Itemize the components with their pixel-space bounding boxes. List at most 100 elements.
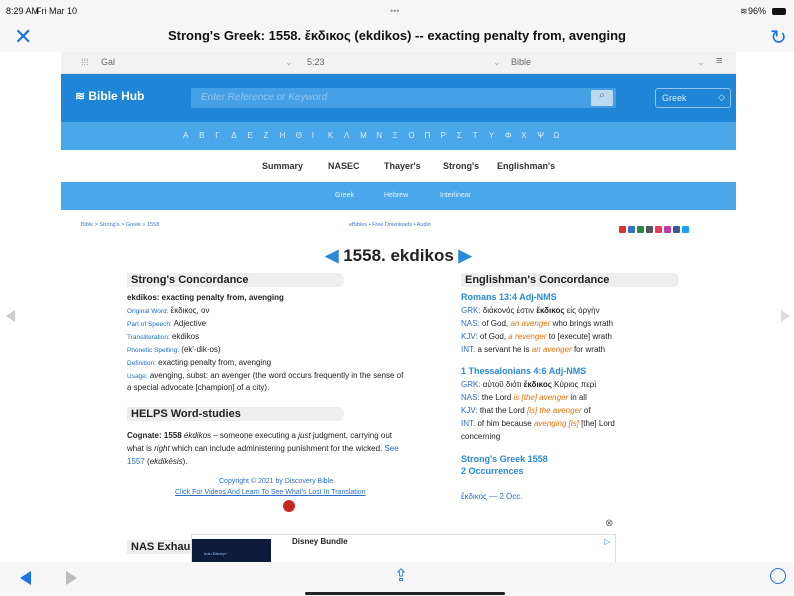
t: an avenger — [531, 345, 572, 354]
value: ἔκδικος, ον — [170, 306, 210, 315]
pocket-icon[interactable] — [655, 226, 662, 233]
verse-select[interactable]: 5:23 — [307, 57, 325, 67]
phonetic-spelling: Phonetic Spelling: (ek'-dik-os) — [127, 345, 221, 354]
subtab-interlinear[interactable]: Interlinear — [440, 192, 471, 199]
greek-letter[interactable]: Λ — [344, 131, 349, 140]
subtab-greek[interactable]: Greek — [335, 192, 354, 199]
greek-letter[interactable]: Ρ — [441, 131, 446, 140]
reload-icon[interactable]: ↻ — [770, 25, 787, 50]
t: judgment, carrying out — [310, 431, 393, 440]
forward-icon[interactable] — [66, 571, 77, 585]
t: GRK: — [461, 306, 483, 315]
r2-int: INT: of him because avenging [is] [the] … — [461, 419, 615, 428]
subtab-hebrew[interactable]: Hebrew — [384, 192, 408, 199]
greek-letter[interactable]: Ν — [376, 131, 382, 140]
greek-letter[interactable]: Τ — [473, 131, 478, 140]
r1-int: INT: a servant he is an avenger for wrat… — [461, 345, 605, 354]
back-icon[interactable] — [20, 571, 31, 585]
grid-icon[interactable]: ⁞⁞⁞ — [81, 57, 89, 67]
link[interactable]: 1557 — [127, 457, 145, 466]
tab-strongs[interactable]: Strong's — [443, 161, 479, 171]
twitter-icon[interactable] — [682, 226, 689, 233]
search-icon[interactable]: ⌕ — [591, 90, 613, 106]
greek-letter[interactable]: Ι — [312, 131, 314, 140]
value: Adjective — [173, 319, 207, 328]
prev-entry-icon[interactable]: ◀ — [325, 246, 343, 265]
discovery-logo-icon[interactable] — [283, 500, 295, 512]
original-word: Original Word: ἔκδικος, ον — [127, 306, 209, 315]
tab-englishmans[interactable]: Englishman's — [497, 161, 555, 171]
greek-letter[interactable]: Κ — [328, 131, 333, 140]
top-links[interactable]: eBibles • Free Downloads • Audio — [349, 222, 431, 228]
greek-letter[interactable]: Γ — [215, 131, 219, 140]
ref-romans[interactable]: Romans 13:4 Adj-NMS — [461, 292, 557, 302]
facebook-icon[interactable] — [673, 226, 680, 233]
home-indicator — [305, 592, 505, 595]
pdf-icon[interactable] — [619, 226, 626, 233]
t: just — [298, 431, 311, 440]
greek-letter[interactable]: Χ — [521, 131, 526, 140]
occ-word-link[interactable]: ἔκδικος — 2 Occ. — [461, 492, 522, 501]
greek-letter[interactable]: Θ — [296, 131, 302, 140]
greek-letter[interactable]: Ο — [408, 131, 414, 140]
chevron-down-icon: ⌄ — [697, 57, 705, 67]
greek-letter[interactable]: Δ — [231, 131, 236, 140]
breadcrumb[interactable]: Bible > Strong's > Greek > 1558 — [81, 222, 159, 228]
greek-letter[interactable]: Ω — [553, 131, 559, 140]
battery-text: 96% — [748, 6, 767, 16]
t: INT: — [461, 345, 478, 354]
ad-play-icon[interactable]: ▷ — [604, 537, 610, 546]
book-select[interactable]: Gal — [101, 57, 115, 67]
tab-summary[interactable]: Summary — [262, 161, 303, 171]
strongs-greek-link[interactable]: Strong's Greek 1558 — [461, 454, 548, 464]
greek-letter[interactable]: Β — [199, 131, 204, 140]
menu-icon[interactable]: ≡ — [716, 55, 722, 67]
ad-banner[interactable]: hulu Disney+ Disney Bundle ▷ — [191, 534, 616, 562]
greek-letter[interactable]: Υ — [489, 131, 494, 140]
prev-page-arrow-icon[interactable] — [6, 310, 15, 322]
excel-icon[interactable] — [637, 226, 644, 233]
link[interactable]: See — [384, 444, 398, 453]
t: ékdikos — [183, 431, 212, 440]
search-input[interactable]: Enter Reference or Keyword — [191, 88, 616, 108]
compass-icon[interactable] — [770, 568, 786, 584]
multitask-dots[interactable]: ••• — [390, 6, 399, 16]
greek-letter[interactable]: Ζ — [264, 131, 269, 140]
word-icon[interactable] — [628, 226, 635, 233]
t: αὐτοῦ διότι — [482, 380, 524, 389]
greek-letter[interactable]: Φ — [505, 131, 511, 140]
greek-letter[interactable]: Σ — [457, 131, 462, 140]
greek-letter[interactable]: Ψ — [537, 131, 544, 140]
greek-letter[interactable]: Ξ — [392, 131, 397, 140]
version-select[interactable]: Bible — [511, 57, 531, 67]
next-entry-icon[interactable]: ▶ — [454, 246, 472, 265]
greek-letter[interactable]: Η — [280, 131, 286, 140]
t: which can include administering punishme… — [169, 444, 385, 453]
helps-line-2: what is right which can include administ… — [127, 444, 399, 453]
value: (ek'-dik-os) — [181, 345, 221, 354]
print-icon[interactable] — [646, 226, 653, 233]
tab-nasec[interactable]: NASEC — [328, 161, 360, 171]
t: of — [581, 406, 591, 415]
label: Phonetic Spelling: — [127, 347, 180, 354]
instagram-icon[interactable] — [664, 226, 671, 233]
logo-icon: ≋ — [75, 89, 89, 103]
site-logo[interactable]: ≋ Bible Hub — [75, 89, 144, 103]
share-icon[interactable]: ⇪ — [394, 566, 408, 586]
t: of God, — [481, 319, 511, 328]
greek-letter[interactable]: Π — [425, 131, 431, 140]
next-page-arrow-icon[interactable] — [781, 310, 790, 322]
tab-thayers[interactable]: Thayer's — [384, 161, 421, 171]
copyright-link[interactable]: Click For Videos And Learn To See What's… — [175, 489, 366, 496]
ref-thessalonians[interactable]: 1 Thessalonians 4:6 Adj-NMS — [461, 366, 586, 376]
greek-letter[interactable]: Μ — [360, 131, 367, 140]
language-select[interactable]: Greek ◇ — [655, 88, 731, 108]
ad-close-icon[interactable]: ⊗ — [605, 518, 613, 529]
t: of him because — [477, 419, 534, 428]
greek-letter[interactable]: Ε — [247, 131, 252, 140]
status-time: 8:29 AM — [6, 6, 40, 16]
chevron-icon: ◇ — [718, 92, 725, 102]
occurrences-link[interactable]: 2 Occurrences — [461, 466, 524, 476]
greek-letter[interactable]: Α — [183, 131, 188, 140]
t: – someone executing a — [211, 431, 299, 440]
